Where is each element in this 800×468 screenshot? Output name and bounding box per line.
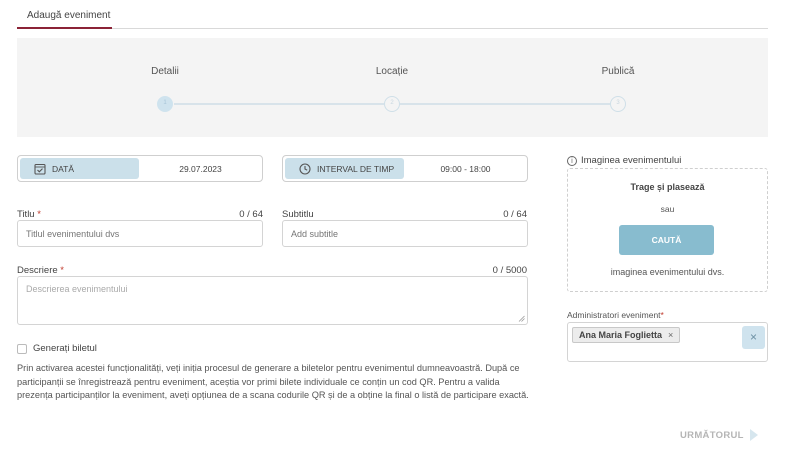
- next-button-label: URMĂTORUL: [680, 429, 744, 441]
- admin-chip: Ana Maria Foglietta ×: [572, 327, 681, 343]
- dropzone-or: sau: [660, 204, 675, 214]
- date-picker-label: DATĂ: [52, 163, 75, 174]
- description-label: Descriere *: [17, 265, 64, 276]
- description-placeholder: Descrierea evenimentului: [26, 284, 128, 294]
- resize-grip-icon[interactable]: [518, 315, 525, 322]
- title-input[interactable]: [17, 220, 263, 247]
- date-picker-tag: DATĂ: [20, 158, 139, 179]
- step-label-publish: Publică: [601, 66, 635, 77]
- title-label-text: Titlu: [17, 209, 35, 220]
- admins-label: Administratori eveniment*: [567, 310, 664, 320]
- description-label-text: Descriere: [17, 265, 58, 276]
- required-mark: *: [37, 209, 41, 220]
- step-dot-details[interactable]: 1: [157, 96, 173, 112]
- required-mark: *: [60, 265, 64, 276]
- stepper: Detalii Locație Publică 1 2 3: [17, 38, 768, 137]
- date-picker[interactable]: DATĂ 29.07.2023: [17, 155, 263, 182]
- browse-button[interactable]: CAUTĂ: [619, 225, 714, 255]
- image-label-text: Imaginea evenimentului: [581, 155, 682, 166]
- time-interval-picker[interactable]: INTERVAL DE TIMP 09:00 - 18:00: [282, 155, 528, 182]
- required-mark: *: [660, 310, 664, 320]
- title-label: Titlu *: [17, 209, 41, 220]
- step-label-location: Locație: [375, 66, 409, 77]
- calendar-check-icon: [34, 163, 46, 175]
- step-dot-publish[interactable]: 3: [610, 96, 626, 112]
- dropzone-title: Trage și plasează: [630, 182, 705, 192]
- image-label: i Imaginea evenimentului: [567, 155, 681, 166]
- date-value: 29.07.2023: [179, 163, 222, 174]
- step-connector: [400, 103, 610, 105]
- step-dot-location[interactable]: 2: [384, 96, 400, 112]
- info-icon: i: [567, 155, 577, 166]
- tickets-description: Prin activarea acestei funcționalități, …: [17, 363, 529, 400]
- description-counter: 0 / 5000: [492, 265, 527, 276]
- chip-remove-icon[interactable]: ×: [668, 330, 673, 340]
- generate-tickets-checkbox[interactable]: [17, 344, 27, 354]
- tab-add-event[interactable]: Adaugă eveniment: [17, 0, 112, 29]
- tab-bar: Adaugă eveniment: [17, 0, 768, 29]
- image-dropzone[interactable]: Trage și plasează sau CAUTĂ imaginea eve…: [567, 168, 768, 292]
- dropzone-hint: imaginea evenimentului dvs.: [610, 267, 725, 277]
- next-button[interactable]: URMĂTORUL: [680, 429, 758, 441]
- admins-label-text: Administratori eveniment: [567, 310, 661, 320]
- time-picker-label: INTERVAL DE TIMP: [317, 163, 395, 174]
- title-counter: 0 / 64: [239, 209, 263, 220]
- step-label-details: Detalii: [151, 66, 179, 77]
- admins-select[interactable]: Ana Maria Foglietta × ×: [567, 322, 768, 362]
- clock-icon: [299, 162, 311, 175]
- arrow-right-icon: [749, 429, 758, 441]
- time-picker-tag: INTERVAL DE TIMP: [285, 158, 404, 179]
- clear-admins-button[interactable]: ×: [742, 326, 765, 349]
- generate-tickets-label: Generați biletul: [33, 343, 97, 354]
- subtitle-input[interactable]: [282, 220, 528, 247]
- admin-chip-name: Ana Maria Foglietta: [579, 330, 663, 340]
- description-textarea[interactable]: Descrierea evenimentului: [17, 276, 528, 325]
- step-connector: [174, 103, 384, 105]
- subtitle-label: Subtitlu: [282, 209, 314, 220]
- time-value: 09:00 - 18:00: [440, 163, 491, 174]
- subtitle-counter: 0 / 64: [503, 209, 527, 220]
